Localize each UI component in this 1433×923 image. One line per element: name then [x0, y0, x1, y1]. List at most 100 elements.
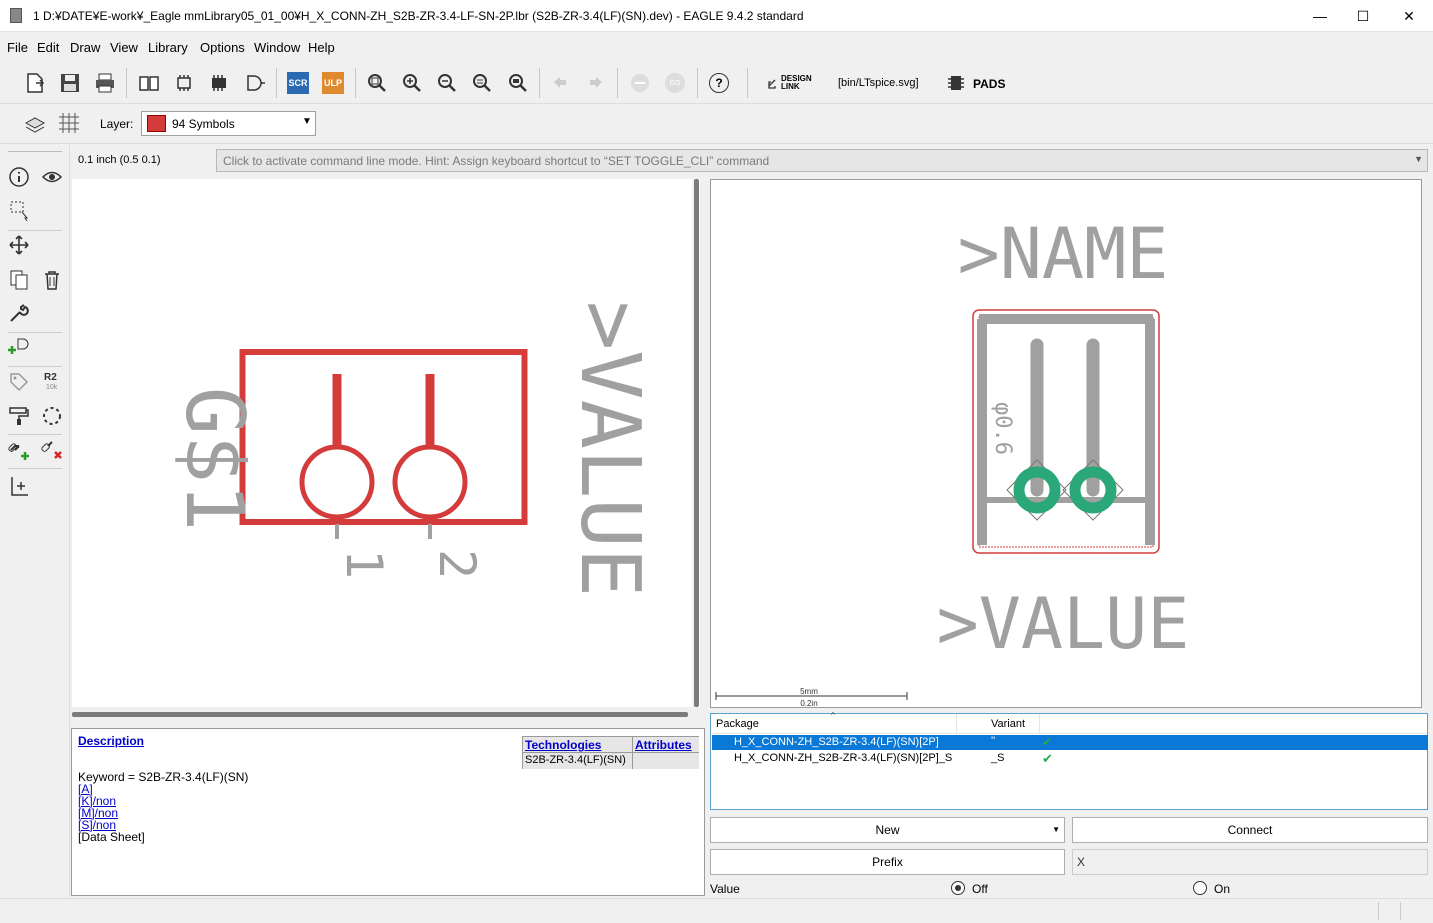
main-toolbar: SCR ULP GO ? DESIGN LINK [bin/LTspice.sv… — [0, 62, 1433, 104]
coordinate-readout: 0.1 inch (0.5 0.1) — [78, 154, 161, 166]
paint-roller-icon[interactable] — [6, 403, 32, 429]
minimize-button[interactable]: — — [1297, 0, 1343, 32]
menu-file[interactable]: File — [7, 40, 28, 55]
scrollbar-thumb[interactable] — [694, 179, 699, 707]
go-button[interactable]: GO — [662, 71, 688, 95]
zoom-fit-icon[interactable] — [364, 71, 390, 95]
toolbar-separator — [8, 468, 62, 469]
smash-icon[interactable] — [39, 403, 65, 429]
new-file-icon[interactable] — [22, 71, 48, 95]
new-button[interactable]: New ▼ — [710, 817, 1065, 843]
redo-icon[interactable] — [582, 71, 608, 95]
symbol-icon[interactable] — [241, 71, 267, 95]
menu-help[interactable]: Help — [308, 40, 335, 55]
add-symbol-icon[interactable] — [6, 335, 32, 361]
wrench-icon[interactable] — [6, 300, 32, 326]
info-icon[interactable] — [6, 164, 32, 190]
command-line-hint: Click to activate command line mode. Hin… — [223, 154, 770, 168]
copy-icon[interactable] — [6, 267, 32, 293]
chevron-down-icon: ▼ — [1052, 825, 1060, 834]
connect-link-icon[interactable] — [6, 437, 32, 463]
device-icon[interactable] — [206, 71, 232, 95]
menu-options[interactable]: Options — [200, 40, 245, 55]
scale-inch-label: 0.2in — [800, 699, 817, 708]
status-divider — [1400, 902, 1401, 920]
description-link[interactable]: Description — [78, 734, 144, 748]
zoom-in-icon[interactable] — [399, 71, 425, 95]
chip-icon — [948, 76, 964, 90]
scrollbar-thumb[interactable] — [72, 712, 688, 717]
symbol-horizontal-scrollbar[interactable] — [72, 710, 692, 718]
package-preview[interactable]: >NAME φ0.6 >VALUE 5mm 0.2in — [710, 179, 1422, 708]
window-title: 1 D:¥DATE¥E-work¥_Eagle mmLibrary05_01_0… — [33, 9, 804, 23]
zoom-out-icon[interactable] — [434, 71, 460, 95]
symbol-value-label: >VALUE — [562, 301, 657, 597]
symbol-vertical-scrollbar[interactable] — [694, 179, 700, 707]
delete-icon[interactable] — [39, 267, 65, 293]
symbol-name-label: G$1 — [168, 387, 261, 532]
toolbar-separator — [8, 434, 62, 435]
row-variant: _S — [991, 752, 1005, 764]
value-on-radio[interactable] — [1193, 881, 1207, 895]
pads-button[interactable]: PADS — [946, 72, 1006, 96]
tech-value-cell: S2B-ZR-3.4(LF)(SN) — [523, 753, 633, 769]
ulp-button[interactable]: ULP — [320, 71, 346, 95]
group-select-icon[interactable] — [6, 197, 32, 223]
col-header-variant[interactable]: Variant — [991, 718, 1025, 730]
disconnect-link-icon[interactable] — [39, 437, 65, 463]
menu-edit[interactable]: Edit — [37, 40, 59, 55]
table-row[interactable]: H_X_CONN-ZH_S2B-ZR-3.4(LF)(SN)[2P]_S _S … — [712, 751, 1428, 766]
go-icon: GO — [665, 73, 685, 93]
value-button[interactable]: R2 10k — [39, 369, 65, 395]
tech-attr-table: Technologies Attributes S2B-ZR-3.4(LF)(S… — [522, 736, 699, 769]
library-book-icon[interactable] — [136, 71, 162, 95]
pin-1-number: 1 — [335, 549, 393, 579]
command-line[interactable]: Click to activate command line mode. Hin… — [216, 149, 1428, 172]
description-panel: Description Keyword = S2B-ZR-3.4(LF)(SN)… — [71, 728, 705, 896]
column-divider — [956, 714, 957, 734]
value-off-radio[interactable] — [951, 881, 965, 895]
save-icon[interactable] — [57, 71, 83, 95]
technologies-link[interactable]: Technologies — [525, 738, 601, 752]
layer-select[interactable]: 94 Symbols ▼ — [141, 111, 316, 136]
grid-icon[interactable] — [56, 111, 82, 135]
value-on-label: On — [1214, 882, 1231, 896]
run-script-button[interactable]: [bin/LTspice.svg] — [838, 77, 919, 89]
print-icon[interactable] — [92, 71, 118, 95]
stop-icon[interactable] — [627, 71, 653, 95]
layers-icon[interactable] — [22, 111, 48, 135]
menu-library[interactable]: Library — [148, 40, 188, 55]
pin-1-contact — [299, 444, 375, 520]
symbol-canvas[interactable]: G$1 >VALUE 1 2 — [72, 179, 692, 707]
connect-button[interactable]: Connect — [1072, 817, 1428, 843]
attributes-link[interactable]: Attributes — [635, 738, 692, 752]
move-icon[interactable] — [6, 232, 32, 258]
menu-draw[interactable]: Draw — [70, 40, 100, 55]
table-row-selected[interactable]: H_X_CONN-ZH_S2B-ZR-3.4(LF)(SN)[2P] '' ✔ — [712, 735, 1428, 750]
attribute-tag-icon[interactable] — [6, 369, 32, 395]
close-button[interactable]: ✕ — [1386, 0, 1432, 32]
chevron-down-icon: ▼ — [302, 116, 312, 127]
origin-mark-icon[interactable] — [6, 473, 32, 499]
menu-view[interactable]: View — [110, 40, 138, 55]
zoom-previous-icon[interactable] — [469, 71, 495, 95]
toolbar-separator — [747, 68, 748, 98]
show-eye-icon[interactable] — [39, 164, 65, 190]
scale-mm-label: 5mm — [800, 687, 818, 696]
script-button[interactable]: SCR — [285, 71, 311, 95]
maximize-button[interactable]: ☐ — [1340, 0, 1386, 32]
prefix-button[interactable]: Prefix — [710, 849, 1065, 875]
chevron-down-icon: ▼ — [1414, 154, 1423, 164]
help-button[interactable]: ? — [706, 71, 732, 95]
design-link-button[interactable]: DESIGN LINK — [767, 75, 819, 93]
prefix-field[interactable]: X — [1072, 849, 1428, 875]
link-icon — [768, 79, 776, 89]
tech-header-cell: Technologies — [523, 737, 633, 753]
layer-color-swatch — [147, 115, 166, 132]
sort-asc-icon: ^ — [831, 711, 835, 720]
menu-window[interactable]: Window — [254, 40, 300, 55]
zoom-select-icon[interactable] — [505, 71, 531, 95]
package-icon[interactable] — [171, 71, 197, 95]
col-header-package[interactable]: Package — [716, 718, 759, 730]
undo-icon[interactable] — [548, 71, 574, 95]
